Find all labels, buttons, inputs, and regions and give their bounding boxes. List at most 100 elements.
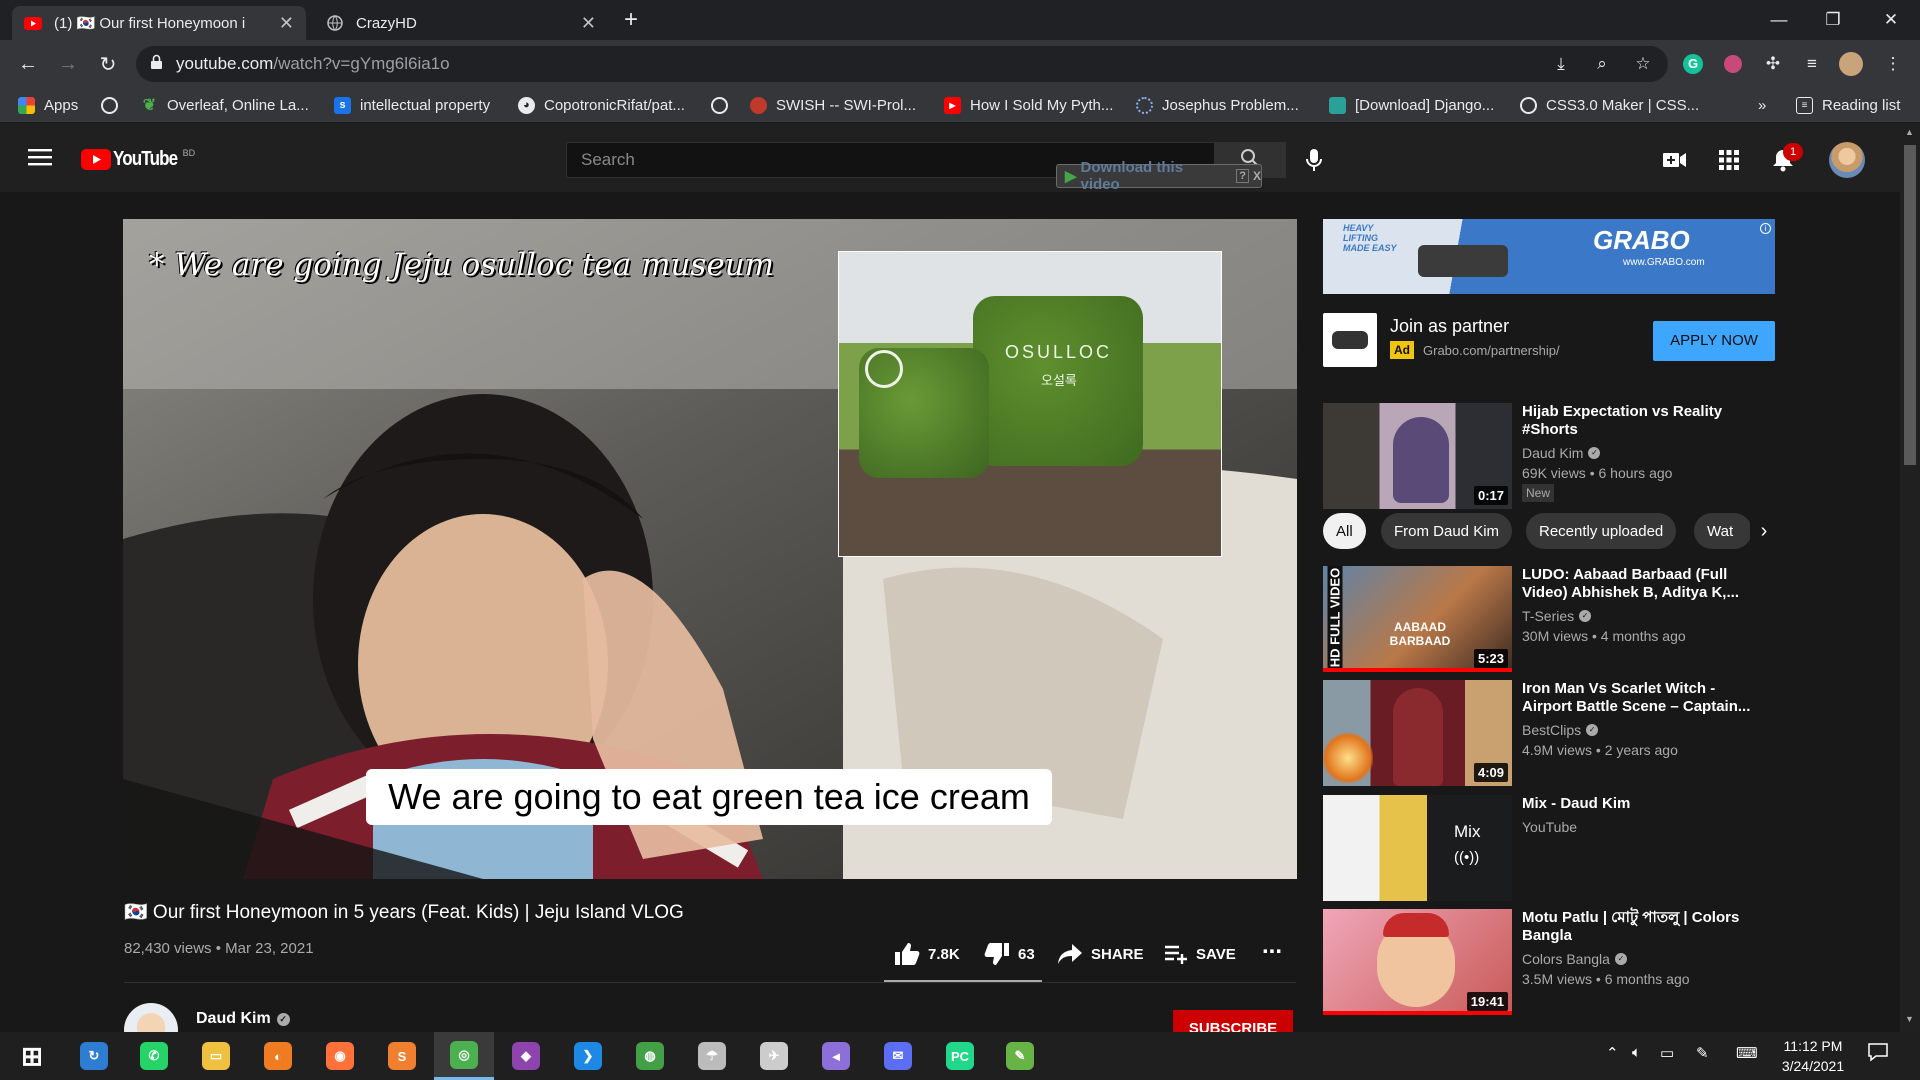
install-icon[interactable]: ⤓ [1548,52,1574,76]
scroll-down-arrow[interactable]: ▼ [1905,1014,1914,1024]
clock[interactable]: 11:12 PM 3/24/2021 [1776,1036,1850,1076]
taskbar-app-earth[interactable]: ◍ [620,1032,680,1080]
bookmark-apps[interactable]: Apps [18,93,78,117]
video-thumbnail[interactable]: 4:09 [1323,680,1512,786]
close-tab-icon[interactable]: ✕ [279,13,294,34]
taskbar-app-satellite[interactable]: ✈ [744,1032,804,1080]
taskbar-app-avast[interactable]: ◐ [248,1032,308,1080]
more-actions-icon[interactable]: ... [1262,932,1282,960]
page-scrollbar[interactable]: ▲ ▼ [1900,123,1920,1032]
save-button[interactable]: SAVE [1164,940,1236,968]
taskbar-app-sublime[interactable]: S [372,1032,432,1080]
taskbar-app-sync[interactable]: ↻ [64,1032,124,1080]
extension-icon-2[interactable] [1720,52,1746,76]
ad-info-icon[interactable]: i [1760,223,1771,234]
back-icon[interactable]: ← [14,52,42,76]
zoom-icon[interactable]: ⌕ [1589,52,1615,76]
chip-from-daud-kim[interactable]: From Daud Kim [1381,513,1513,549]
suggested-video[interactable]: HD FULL VIDEO AABAAD BARBAAD 5:23 LUDO: … [1323,566,1775,672]
mix-thumbnail[interactable]: Mix ((•)) [1323,795,1512,901]
subscribe-button[interactable]: SUBSCRIBE [1173,1010,1293,1032]
channel-name[interactable]: Daud Kim ✓ [196,1010,290,1028]
bookmark-globe-2[interactable] [711,93,737,117]
account-avatar[interactable] [1829,142,1865,178]
taskbar-app-whatsapp[interactable]: ✆ [124,1032,184,1080]
bookmark-star-icon[interactable]: ☆ [1630,52,1656,76]
minimize-icon[interactable]: — [1752,0,1806,40]
taskbar-app-firefox[interactable]: ◉ [310,1032,370,1080]
taskbar-app-eclipse[interactable]: ☂ [682,1032,742,1080]
bookmark-django[interactable]: [Download] Django... [1329,93,1494,117]
new-tab-button[interactable]: + [624,6,638,34]
chip-recently-uploaded[interactable]: Recently uploaded [1526,513,1677,549]
taskbar-app-vscode[interactable]: ❯ [558,1032,618,1080]
chrome-menu-icon[interactable]: ⋮ [1880,52,1906,76]
pen-icon[interactable]: ✎ [1696,1044,1709,1062]
reload-icon[interactable]: ↻ [94,52,122,76]
video-thumbnail[interactable]: 19:41 [1323,909,1512,1015]
bookmark-youtube[interactable]: ▶ How I Sold My Pyth... [944,93,1113,117]
tab-youtube[interactable]: (1) 🇰🇷 Our first Honeymoon i ✕ [12,6,306,40]
reading-list[interactable]: ≡ Reading list [1796,93,1900,117]
chip-all[interactable]: All [1323,513,1366,549]
apply-now-button[interactable]: APPLY NOW [1653,321,1775,361]
video-player[interactable]: * We are going Jeju osulloc tea museum O… [123,219,1297,879]
taskbar-app-visual-studio[interactable]: ◄ [806,1032,866,1080]
bookmark-overleaf[interactable]: ❦ Overleaf, Online La... [141,93,309,117]
taskbar-app-windows-start[interactable]: ⊞ [2,1032,62,1080]
hamburger-menu-icon[interactable] [28,148,52,171]
youtube-logo[interactable]: YouTube BD [81,148,195,171]
restore-icon[interactable]: ❐ [1806,0,1860,40]
video-thumbnail[interactable]: HD FULL VIDEO AABAAD BARBAAD 5:23 [1323,566,1512,672]
chevron-right-icon[interactable]: › [1750,513,1778,549]
chip-watched[interactable]: Wat [1694,513,1752,549]
scrollbar-thumb[interactable] [1904,145,1916,465]
download-video-bar[interactable]: ▶ Download this video ? X [1056,159,1262,193]
tab-crazyhd[interactable]: CrazyHD ✕ [314,6,608,40]
tray-chevron-icon[interactable]: ⌃ [1606,1044,1619,1062]
taskbar-app-file-explorer[interactable]: ▭ [186,1032,246,1080]
bookmark-intellectual-property[interactable]: s intellectual property [334,93,490,117]
taskbar-app-github-desktop[interactable]: ◆ [496,1032,556,1080]
taskbar-app-notepad[interactable]: ✎ [990,1032,1050,1080]
suggested-mix[interactable]: Mix ((•)) Mix - Daud Kim YouTube [1323,795,1775,901]
download-close-button[interactable]: X [1253,169,1261,183]
bookmark-josephus[interactable]: Josephus Problem... [1136,93,1299,117]
action-center-icon[interactable] [1868,1042,1888,1067]
video-thumbnail[interactable]: 0:17 [1323,403,1512,509]
close-window-icon[interactable]: ✕ [1864,0,1918,40]
forward-icon[interactable]: → [54,52,82,76]
bookmark-globe[interactable] [101,93,127,117]
scroll-up-arrow[interactable]: ▲ [1905,127,1914,137]
suggested-video[interactable]: 0:17 Hijab Expectation vs Reality #Short… [1323,403,1775,509]
share-button[interactable]: SHARE [1057,940,1144,968]
bookmark-css-maker[interactable]: CSS3.0 Maker | CSS... [1520,93,1699,117]
taskbar-app-chrome[interactable]: ◎ [434,1032,494,1080]
media-control-icon[interactable]: ≡ [1799,52,1825,76]
microphone-icon[interactable] [1306,148,1322,177]
extensions-puzzle-icon[interactable]: ✣ [1760,52,1786,76]
download-help-button[interactable]: ? [1236,169,1249,183]
lock-icon[interactable] [150,54,163,75]
network-icon[interactable]: ▭ [1660,1044,1674,1062]
apps-grid-icon[interactable] [1719,150,1739,175]
bookmark-swish[interactable]: SWISH -- SWI-Prol... [750,93,916,117]
suggested-video[interactable]: 4:09 Iron Man Vs Scarlet Witch - Airport… [1323,680,1775,786]
suggested-video[interactable]: 19:41 Motu Patlu | মোটু পাতলু | Colors B… [1323,909,1775,1015]
ad-title[interactable]: Join as partner [1390,316,1509,337]
more-bookmarks-icon[interactable]: » [1758,93,1766,117]
bookmark-github[interactable]: ◕ CopotronicRifat/pat... [518,93,685,117]
youtube-wordmark: YouTube [113,148,178,170]
taskbar-app-messenger[interactable]: ✉ [868,1032,928,1080]
profile-avatar[interactable] [1838,52,1864,76]
volume-icon[interactable]: 🔈︎ [1632,1044,1641,1061]
close-tab-icon[interactable]: ✕ [581,13,596,34]
keyboard-icon[interactable]: ⌨ [1736,1044,1758,1062]
grammarly-icon[interactable]: G [1680,52,1706,76]
taskbar-app-pycharm[interactable]: PC [930,1032,990,1080]
dislike-button[interactable]: 63 [984,940,1035,968]
like-button[interactable]: 7.8K [894,940,960,968]
address-bar[interactable]: youtube.com/watch?v=gYmg6l6ia1o [136,46,1668,82]
ad-banner[interactable]: HEAVY LIFTING MADE EASY GRABO www.GRABO.… [1323,219,1775,294]
create-video-icon[interactable] [1663,152,1687,173]
